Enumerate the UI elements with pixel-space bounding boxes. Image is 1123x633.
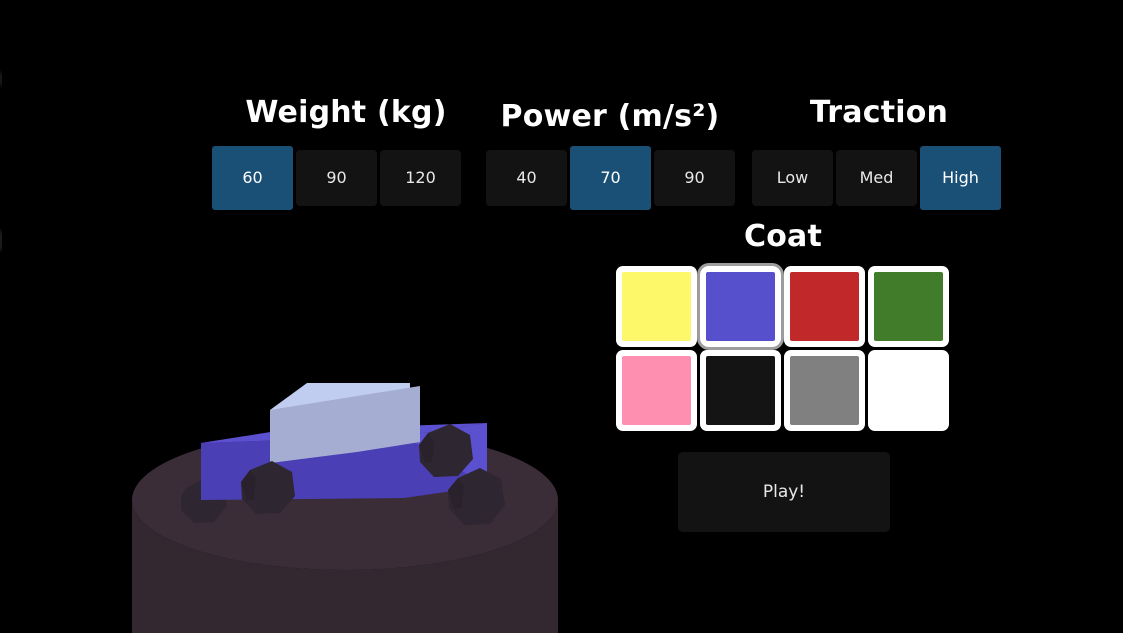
coat-chip-pink	[622, 356, 691, 425]
traction-group-title: Traction	[809, 95, 949, 130]
traction-option-low[interactable]: Low	[752, 150, 833, 206]
cabin-left-face	[270, 404, 307, 463]
coat-swatch-red[interactable]	[784, 266, 865, 347]
power-option-70[interactable]: 70	[570, 146, 651, 210]
wheel-front	[419, 424, 473, 477]
body-side-face	[201, 423, 487, 500]
coat-swatch-blue[interactable]	[700, 266, 781, 347]
cabin-side-face	[270, 386, 420, 463]
power-option-40[interactable]: 40	[486, 150, 567, 206]
coat-chip-black	[706, 356, 775, 425]
coat-swatch-pink[interactable]	[616, 350, 697, 431]
wheel-rear-near	[241, 461, 295, 514]
window-edge-strip	[0, 0, 2, 633]
pedestal	[132, 430, 558, 633]
coat-swatch-black[interactable]	[700, 350, 781, 431]
body-rear-wedge	[404, 423, 487, 486]
weight-option-row: 60 90 120	[212, 146, 461, 210]
weight-option-120[interactable]: 120	[380, 150, 461, 206]
pedestal-top	[132, 430, 558, 570]
vehicle-preview-scene	[132, 383, 558, 633]
weight-group-title: Weight (kg)	[245, 95, 447, 130]
coat-group-title: Coat	[743, 219, 822, 254]
pedestal-side	[132, 500, 558, 633]
power-option-row: 40 70 90	[486, 146, 735, 210]
vehicle-body	[201, 383, 487, 500]
weight-option-90[interactable]: 90	[296, 150, 377, 206]
coat-swatch-yellow[interactable]	[616, 266, 697, 347]
power-option-90[interactable]: 90	[654, 150, 735, 206]
coat-chip-red	[790, 272, 859, 341]
app-root: Weight (kg) 60 90 120 Power (m/s²) 40 70…	[0, 0, 1123, 633]
coat-swatch-grid	[616, 266, 950, 431]
coat-swatch-white[interactable]	[868, 350, 949, 431]
traction-option-high[interactable]: High	[920, 146, 1001, 210]
play-button[interactable]: Play!	[678, 452, 890, 532]
power-group-title: Power (m/s²)	[500, 99, 720, 134]
wheel-rear-far	[181, 478, 227, 523]
coat-swatch-gray[interactable]	[784, 350, 865, 431]
coat-swatch-green[interactable]	[868, 266, 949, 347]
traction-option-row: Low Med High	[752, 146, 1001, 210]
body-left-face	[201, 436, 245, 500]
cabin-top-face	[270, 383, 410, 410]
coat-chip-white	[874, 356, 943, 425]
wheel-mid	[448, 468, 505, 525]
body-top-face	[201, 423, 487, 443]
vehicle-preview-viewport	[0, 300, 620, 633]
cabin-top-face-2	[270, 383, 410, 423]
coat-chip-blue	[706, 272, 775, 341]
weight-option-60[interactable]: 60	[212, 146, 293, 210]
traction-option-med[interactable]: Med	[836, 150, 917, 206]
coat-chip-gray	[790, 356, 859, 425]
coat-chip-green	[874, 272, 943, 341]
coat-chip-yellow	[622, 272, 691, 341]
